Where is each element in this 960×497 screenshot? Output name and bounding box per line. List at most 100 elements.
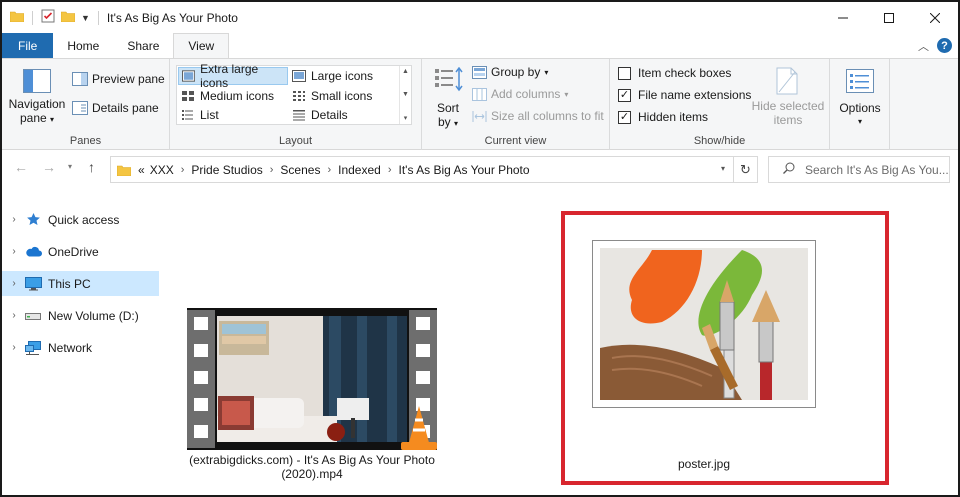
layout-large-icons[interactable]: Large icons <box>289 67 376 85</box>
chevron-right-icon[interactable]: › <box>4 214 24 225</box>
file-name-extensions-checkbox[interactable]: ✓ <box>618 88 631 102</box>
breadcrumb-item[interactable]: Pride Studios <box>186 163 267 177</box>
window-title: It's As Big As Your Photo <box>106 10 238 25</box>
navigation-pane: › Quick access › OneDrive › This PC › Ne… <box>2 199 160 495</box>
extra-large-icons-icon <box>182 70 196 82</box>
file-item-video[interactable]: (extrabigdicks.com) - It's As Big As You… <box>172 308 452 481</box>
item-check-boxes-toggle[interactable]: Item check boxes <box>618 66 731 80</box>
minimize-button[interactable] <box>820 2 866 33</box>
scroll-up-icon[interactable]: ▲ <box>402 68 409 75</box>
breadcrumb-item[interactable]: Scenes <box>275 163 325 177</box>
chevron-right-icon[interactable]: › <box>4 246 24 257</box>
group-by-label: Group by <box>491 65 541 79</box>
video-thumbnail <box>187 308 437 450</box>
nav-item-network[interactable]: › Network <box>2 335 159 360</box>
hide-selected-label-line1: Hide selected <box>751 99 825 113</box>
navigation-pane-button[interactable]: Navigation pane ▾ <box>6 61 68 127</box>
title-bar: ▼ It's As Big As Your Photo <box>2 2 958 33</box>
nav-item-onedrive[interactable]: › OneDrive <box>2 239 159 264</box>
chevron-right-icon[interactable]: › <box>4 278 24 289</box>
group-layout: Extra large icons Large icons Medium ico… <box>170 59 422 150</box>
tab-file[interactable]: File <box>2 33 54 58</box>
file-name-extensions-toggle[interactable]: ✓ File name extensions <box>618 88 751 102</box>
layout-gallery: Extra large icons Large icons Medium ico… <box>176 62 412 125</box>
chevron-right-icon[interactable]: › <box>268 164 276 176</box>
back-arrow-icon[interactable]: ← <box>14 159 28 175</box>
search-icon <box>783 162 795 177</box>
preview-pane-icon <box>72 72 88 86</box>
search-placeholder: Search It's As Big As You... <box>805 162 949 177</box>
chevron-right-icon[interactable]: › <box>4 342 24 353</box>
chevron-right-icon[interactable]: › <box>325 164 333 176</box>
layout-extra-large-icons[interactable]: Extra large icons <box>178 62 288 90</box>
breadcrumb-overflow[interactable]: « <box>133 163 145 177</box>
nav-item-label: New Volume (D:) <box>48 308 139 323</box>
help-icon[interactable]: ? <box>937 38 952 53</box>
scroll-down-icon[interactable]: ▼ <box>402 91 409 98</box>
tab-share[interactable]: Share <box>113 33 173 58</box>
forward-arrow-icon[interactable]: → <box>42 159 56 175</box>
hide-selected-items-button[interactable]: Hide selected items <box>750 63 826 129</box>
add-columns-button[interactable]: Add columns ▾ <box>472 87 568 101</box>
recent-locations-icon[interactable]: ▾ <box>68 162 72 171</box>
group-by-button[interactable]: Group by ▾ <box>472 65 548 79</box>
size-all-columns-label: Size all columns to fit <box>491 109 604 123</box>
sort-by-label-text: by <box>437 115 451 129</box>
sort-by-label: Sort by ▾ <box>428 101 468 131</box>
dropdown-arrow-icon: ▾ <box>454 119 459 128</box>
up-arrow-icon[interactable]: ↑ <box>88 159 95 175</box>
chevron-right-icon[interactable]: › <box>179 164 187 176</box>
dropdown-arrow-icon: ▾ <box>50 115 55 124</box>
hidden-items-checkbox[interactable]: ✓ <box>618 110 631 124</box>
collapse-ribbon-icon[interactable]: ︿ <box>918 38 929 54</box>
tab-home[interactable]: Home <box>53 33 113 58</box>
medium-icons-label: Medium icons <box>200 89 275 103</box>
options-label: Options ▾ <box>832 101 888 129</box>
options-button[interactable]: Options ▾ <box>832 63 888 129</box>
close-button[interactable] <box>912 2 958 33</box>
properties-icon[interactable] <box>41 9 55 26</box>
nav-item-new-volume[interactable]: › New Volume (D:) <box>2 303 159 328</box>
details-pane-button[interactable]: Details pane <box>72 101 159 115</box>
breadcrumb-item[interactable]: Indexed <box>333 163 386 177</box>
refresh-icon: ↻ <box>740 161 751 177</box>
size-all-columns-button[interactable]: Size all columns to fit <box>472 109 604 123</box>
navigation-bar: ← → ▾ ↑ « XXX › Pride Studios › Scenes ›… <box>2 150 958 188</box>
options-icon <box>846 69 874 93</box>
new-folder-icon[interactable] <box>60 10 76 25</box>
layout-details[interactable]: Details <box>289 106 351 124</box>
layout-group-label: Layout <box>278 135 313 147</box>
item-check-boxes-checkbox[interactable] <box>618 66 631 80</box>
details-pane-icon <box>72 101 88 115</box>
preview-pane-button[interactable]: Preview pane <box>72 72 165 86</box>
add-columns-icon <box>472 87 487 101</box>
nav-item-this-pc[interactable]: › This PC <box>2 271 159 296</box>
preview-pane-label: Preview pane <box>92 72 165 86</box>
show-hide-group-label: Show/hide <box>693 135 746 147</box>
details-icon <box>293 110 305 121</box>
address-bar[interactable]: « XXX › Pride Studios › Scenes › Indexed… <box>110 156 758 183</box>
layout-small-icons[interactable]: Small icons <box>289 87 375 105</box>
hidden-items-toggle[interactable]: ✓ Hidden items <box>618 110 708 124</box>
layout-medium-icons[interactable]: Medium icons <box>178 87 277 105</box>
address-dropdown-icon[interactable]: ▾ <box>721 164 725 173</box>
dropdown-arrow-icon: ▾ <box>857 117 862 126</box>
customize-toolbar-icon[interactable]: ▼ <box>81 13 90 23</box>
refresh-button[interactable]: ↻ <box>733 157 757 182</box>
file-name-line1: (extrabigdicks.com) - It's As Big As You… <box>189 453 435 467</box>
chevron-right-icon[interactable]: › <box>386 164 394 176</box>
navigation-pane-icon <box>23 69 51 93</box>
breadcrumb-item[interactable]: It's As Big As Your Photo <box>394 163 535 177</box>
nav-item-quick-access[interactable]: › Quick access <box>2 207 159 232</box>
breadcrumb-item[interactable]: XXX <box>145 163 179 177</box>
chevron-right-icon[interactable]: › <box>4 310 24 321</box>
gallery-expand-icon[interactable]: ▾ <box>404 114 408 122</box>
toolbar-separator <box>97 10 99 25</box>
maximize-button[interactable] <box>866 2 912 33</box>
search-box[interactable]: Search It's As Big As You... <box>768 156 950 183</box>
hide-selected-icon <box>776 67 798 95</box>
layout-list[interactable]: List <box>178 106 222 124</box>
sort-by-label-line1: Sort <box>436 101 459 115</box>
sort-by-button[interactable]: Sort by ▾ <box>428 63 468 129</box>
tab-view[interactable]: View <box>173 33 230 58</box>
